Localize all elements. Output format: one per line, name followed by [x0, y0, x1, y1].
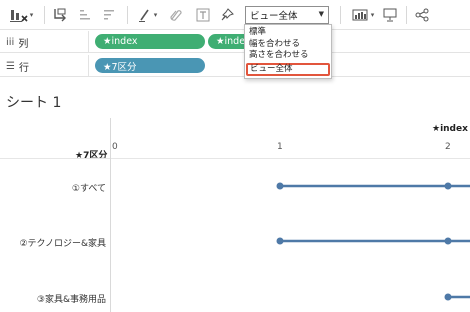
data-point[interactable]	[276, 182, 284, 190]
data-point[interactable]	[444, 293, 452, 301]
menu-item-fit-width[interactable]: 幅を合わせる	[245, 39, 331, 51]
plot-area	[276, 182, 470, 301]
menu-item-standard[interactable]: 標準	[245, 27, 331, 39]
data-point[interactable]	[276, 237, 284, 245]
data-point[interactable]	[444, 182, 452, 190]
data-point[interactable]	[444, 237, 452, 245]
menu-item-fit-height[interactable]: 高さを合わせる	[245, 50, 331, 62]
menu-item-entire-view[interactable]: ビュー全体	[246, 62, 330, 76]
fit-dropdown-menu: 標準 幅を合わせる 高さを合わせる ビュー全体	[244, 24, 332, 79]
